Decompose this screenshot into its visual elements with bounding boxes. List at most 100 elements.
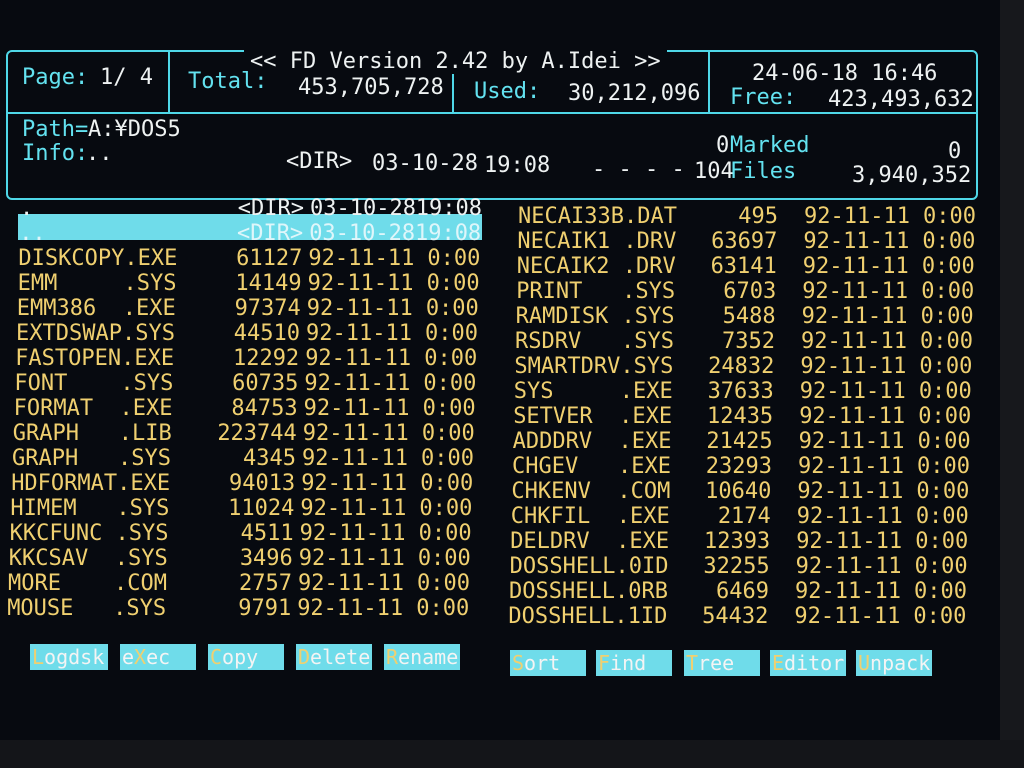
file-date: 92-11-11 — [800, 354, 907, 379]
monitor-bezel-bottom — [0, 740, 1024, 768]
file-row[interactable]: SETVER .EXE 12435 92-11-11 0:00 — [513, 404, 971, 429]
header-divider-page — [168, 52, 170, 112]
file-row[interactable]: RSDRV .SYS 7352 92-11-11 0:00 — [515, 329, 973, 354]
file-date: 03-10-28 — [309, 221, 416, 246]
file-time: 0:00 — [917, 454, 970, 479]
function-key-hotkey: L — [32, 645, 45, 669]
free-value: 423,493,632 — [828, 87, 974, 112]
file-name: .. — [19, 221, 46, 246]
file-time: 0:00 — [419, 496, 473, 521]
file-row[interactable]: NECAIK1 .DRV 63697 92-11-11 0:00 — [517, 229, 975, 254]
file-date: 92-11-11 — [801, 304, 908, 329]
file-row[interactable]: EMM386 .EXE 97374 92-11-11 0:00 — [17, 296, 479, 321]
file-time: 0:00 — [421, 421, 475, 446]
file-size: <DIR> — [236, 221, 304, 246]
function-key-6[interactable]: Sort — [510, 650, 586, 676]
app-title: << FD Version 2.42 by A.Idei >> — [244, 50, 667, 74]
file-row[interactable]: .. <DIR> 03-10-28 19:08 — [19, 221, 481, 246]
file-time: 0:00 — [923, 204, 976, 229]
function-key-2[interactable]: eXec — [120, 644, 196, 670]
function-key-8[interactable]: Tree — [684, 650, 760, 676]
function-key-10[interactable]: Unpack — [856, 650, 932, 676]
file-name: KKCFUNC .SYS — [9, 521, 169, 546]
file-date: 92-11-11 — [302, 421, 409, 446]
function-key-label: ind — [610, 651, 647, 675]
file-row[interactable]: DOSSHELL.1ID 54432 92-11-11 0:00 — [508, 604, 966, 629]
file-row[interactable]: CHGEV .EXE 23293 92-11-11 0:00 — [512, 454, 970, 479]
file-time: 0:00 — [915, 504, 969, 529]
function-key-5[interactable]: Rename — [384, 644, 460, 670]
file-row[interactable]: NECAI33B.DAT 495 92-11-11 0:00 — [518, 204, 976, 229]
file-row[interactable]: FASTOPEN.EXE 12292 92-11-11 0:00 — [15, 346, 477, 371]
file-row[interactable]: HDFORMAT.EXE 94013 92-11-11 0:00 — [11, 471, 473, 496]
file-row[interactable]: CHKENV .COM 10640 92-11-11 0:00 — [511, 479, 969, 504]
file-size: 12292 — [232, 346, 300, 371]
file-row[interactable]: CHKFIL .EXE 2174 92-11-11 0:00 — [511, 504, 969, 529]
function-key-7[interactable]: Find — [596, 650, 672, 676]
file-time: 0:00 — [921, 254, 975, 279]
file-row[interactable]: EMM .SYS 14149 92-11-11 0:00 — [18, 271, 480, 296]
file-date: 92-11-11 — [802, 279, 909, 304]
used-value: 30,212,096 — [568, 81, 701, 106]
file-time: 0:00 — [918, 379, 972, 404]
file-name: HDFORMAT.EXE — [11, 471, 171, 496]
files-label: Files — [730, 159, 797, 184]
file-row[interactable]: SYS .EXE 37633 92-11-11 0:00 — [514, 379, 972, 404]
file-row[interactable]: RAMDISK .SYS 5488 92-11-11 0:00 — [516, 304, 974, 329]
function-key-9[interactable]: Editor — [770, 650, 846, 676]
info-time: 19:08 — [484, 153, 551, 178]
file-row[interactable]: HIMEM .SYS 11024 92-11-11 0:00 — [10, 496, 472, 521]
file-row[interactable]: SMARTDRV.SYS 24832 92-11-11 0:00 — [514, 354, 972, 379]
file-row[interactable]: FORMAT .EXE 84753 92-11-11 0:00 — [14, 396, 476, 421]
file-name: SMARTDRV.SYS — [514, 354, 674, 379]
file-name: KKCSAV .SYS — [8, 546, 168, 571]
file-time: 0:00 — [918, 404, 972, 429]
file-size: <DIR> — [237, 196, 304, 221]
file-size: 63697 — [711, 229, 778, 254]
file-row[interactable]: DELDRV .EXE 12393 92-11-11 0:00 — [510, 529, 968, 554]
file-time: 0:00 — [920, 329, 973, 354]
file-name: SETVER .EXE — [513, 404, 673, 429]
file-name: MOUSE .SYS — [7, 596, 167, 621]
file-size: 23293 — [705, 454, 772, 479]
file-row[interactable]: GRAPH .LIB 223744 92-11-11 0:00 — [13, 421, 475, 446]
file-row[interactable]: DOSSHELL.0ID 32255 92-11-11 0:00 — [510, 554, 968, 579]
file-row[interactable]: MORE .COM 2757 92-11-11 0:00 — [8, 571, 470, 596]
file-size: 60735 — [232, 371, 299, 396]
function-key-label: ec — [146, 645, 171, 669]
file-row[interactable]: DISKCOPY.EXE 61127 92-11-11 0:00 — [18, 246, 480, 271]
file-time: 0:00 — [921, 279, 975, 304]
file-size: 14149 — [235, 271, 302, 296]
file-row[interactable]: FONT .SYS 60735 92-11-11 0:00 — [14, 371, 476, 396]
file-time: 0:00 — [417, 571, 470, 596]
file-name: GRAPH .SYS — [12, 446, 171, 471]
file-date: 92-11-11 — [797, 479, 904, 504]
function-key-hotkey: U — [858, 651, 871, 675]
file-row[interactable]: . <DIR> 03-10-28 19:08 — [20, 196, 482, 221]
function-key-1[interactable]: Logdsk — [30, 644, 108, 670]
file-time: 0:00 — [420, 471, 474, 496]
function-key-hotkey: R — [386, 645, 399, 669]
file-time: 0:00 — [422, 396, 476, 421]
file-date: 92-11-11 — [803, 229, 910, 254]
file-date: 92-11-11 — [308, 246, 415, 271]
function-key-label: elete — [310, 645, 371, 669]
file-row[interactable]: EXTDSWAP.SYS 44510 92-11-11 0:00 — [16, 321, 478, 346]
file-size: 4345 — [243, 446, 296, 471]
file-row[interactable]: PRINT .SYS 6703 92-11-11 0:00 — [516, 279, 974, 304]
file-row[interactable]: GRAPH .SYS 4345 92-11-11 0:00 — [12, 446, 474, 471]
file-name: NECAIK1 .DRV — [517, 229, 677, 254]
file-name: NECAI33B.DAT — [518, 204, 677, 229]
file-row[interactable]: KKCFUNC .SYS 4511 92-11-11 0:00 — [10, 521, 472, 546]
file-row[interactable]: ADDDRV .EXE 21425 92-11-11 0:00 — [513, 429, 971, 454]
file-time: 0:00 — [423, 371, 477, 396]
files-count: 104 — [694, 159, 734, 184]
function-key-3[interactable]: Copy — [208, 644, 284, 670]
function-key-4[interactable]: Delete — [296, 644, 372, 670]
file-name: FASTOPEN.EXE — [15, 346, 175, 371]
file-size: 24832 — [708, 354, 775, 379]
file-row[interactable]: NECAIK2 .DRV 63141 92-11-11 0:00 — [517, 254, 975, 279]
file-row[interactable]: MOUSE .SYS 9791 92-11-11 0:00 — [7, 596, 469, 621]
file-row[interactable]: KKCSAV .SYS 3496 92-11-11 0:00 — [9, 546, 471, 571]
file-row[interactable]: DOSSHELL.0RB 6469 92-11-11 0:00 — [509, 579, 967, 604]
